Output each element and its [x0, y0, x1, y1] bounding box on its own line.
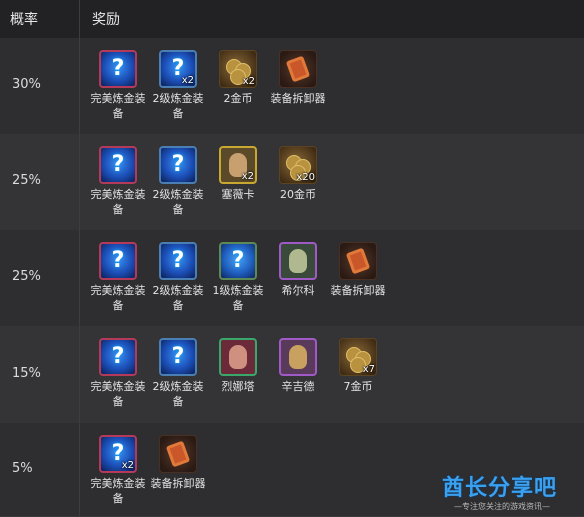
watermark: 酋长分享吧 —专注您关注的游戏资讯— — [442, 470, 584, 516]
reward-item[interactable]: ? 完美炼金装备 — [88, 242, 148, 313]
disassembler-shape — [165, 440, 191, 468]
level2-alchemy-equipment-icon: ? — [159, 146, 197, 184]
reward-item[interactable]: 希尔科 — [268, 242, 328, 298]
question-mark-glyph: ? — [111, 344, 125, 369]
item-count: x2 — [241, 171, 254, 182]
reward-item[interactable]: ? 2级炼金装备 — [148, 146, 208, 217]
question-mark-glyph: ? — [111, 56, 125, 81]
reward-label: 20金币 — [280, 188, 316, 201]
level1-alchemy-equipment-icon: ? — [219, 242, 257, 280]
question-mark-glyph: ? — [171, 344, 185, 369]
hero-card-icon: x2 — [219, 146, 257, 184]
header-probability: 概率 — [10, 12, 38, 28]
reward-item[interactable]: ? x2 2级炼金装备 — [148, 50, 208, 121]
reward-item[interactable]: 烈娜塔 — [208, 338, 268, 394]
header-reward: 奖励 — [92, 12, 120, 28]
perfect-alchemy-equipment-icon: ? — [99, 242, 137, 280]
gold-coin-icon: x7 — [339, 338, 377, 376]
question-mark-glyph: ? — [111, 152, 125, 177]
reward-label: 7金币 — [343, 380, 373, 393]
probability-cell: 25% — [12, 269, 41, 284]
hero-card-icon — [279, 242, 317, 280]
reward-label: 2级炼金装备 — [152, 188, 204, 216]
perfect-alchemy-equipment-icon: ? — [99, 50, 137, 88]
reward-label: 辛吉德 — [281, 380, 315, 393]
reward-item[interactable]: x2 2金币 — [208, 50, 268, 106]
reward-item[interactable]: ? 完美炼金装备 — [88, 146, 148, 217]
question-mark-glyph: ? — [231, 248, 245, 273]
probability-cell: 25% — [12, 173, 41, 188]
reward-item[interactable]: ? 完美炼金装备 — [88, 50, 148, 121]
reward-label: 完美炼金装备 — [90, 284, 146, 312]
reward-label: 塞薇卡 — [221, 188, 255, 201]
level2-alchemy-equipment-icon: ? — [159, 242, 197, 280]
perfect-alchemy-equipment-icon: ? — [99, 146, 137, 184]
reward-item[interactable]: ? 2级炼金装备 — [148, 338, 208, 409]
reward-item[interactable]: x20 20金币 — [268, 146, 328, 202]
equipment-disassembler-icon — [279, 50, 317, 88]
item-count: x20 — [296, 172, 315, 183]
reward-label: 2级炼金装备 — [152, 284, 204, 312]
portrait-shape — [229, 345, 247, 369]
reward-label: 2级炼金装备 — [152, 92, 204, 120]
reward-label: 2金币 — [223, 92, 253, 105]
level2-alchemy-equipment-icon: ? x2 — [159, 50, 197, 88]
reward-item[interactable]: ? 1级炼金装备 — [208, 242, 268, 313]
hero-card-icon — [279, 338, 317, 376]
table-row: 30%? 完美炼金装备? x2 2级炼金装备 x2 2金币 装备拆卸器 — [0, 38, 584, 135]
reward-item[interactable]: ? 完美炼金装备 — [88, 338, 148, 409]
reward-label: 1级炼金装备 — [212, 284, 264, 312]
item-count: x2 — [121, 460, 134, 471]
perfect-alchemy-equipment-icon: ? — [99, 338, 137, 376]
table-header: 概率 奖励 — [0, 0, 584, 39]
portrait-shape — [289, 249, 307, 273]
reward-item[interactable]: 装备拆卸器 — [328, 242, 388, 298]
reward-item[interactable]: ? 2级炼金装备 — [148, 242, 208, 313]
reward-item[interactable]: x7 7金币 — [328, 338, 388, 394]
probability-cell: 5% — [12, 460, 33, 476]
reward-item[interactable]: 装备拆卸器 — [148, 435, 208, 491]
gold-coin-icon: x20 — [279, 146, 317, 184]
table-row: 25%? 完美炼金装备? 2级炼金装备? 1级炼金装备 希尔科 装备拆卸器 — [0, 230, 584, 327]
reward-label: 2级炼金装备 — [152, 380, 204, 408]
portrait-shape — [289, 345, 307, 369]
reward-item[interactable]: ? x2 完美炼金装备 — [88, 435, 148, 506]
reward-label: 装备拆卸器 — [270, 92, 326, 105]
item-count: x7 — [362, 364, 375, 375]
perfect-alchemy-equipment-icon: ? x2 — [99, 435, 137, 473]
probability-cell: 15% — [12, 365, 41, 381]
column-divider — [79, 0, 80, 516]
level2-alchemy-equipment-icon: ? — [159, 338, 197, 376]
reward-label: 完美炼金装备 — [90, 477, 146, 505]
question-mark-glyph: ? — [111, 248, 125, 273]
reward-label: 装备拆卸器 — [330, 284, 386, 297]
reward-label: 完美炼金装备 — [90, 380, 146, 408]
equipment-disassembler-icon — [159, 435, 197, 473]
reward-label: 希尔科 — [281, 284, 315, 297]
hero-card-icon — [219, 338, 257, 376]
reward-label: 完美炼金装备 — [90, 188, 146, 216]
reward-item[interactable]: 装备拆卸器 — [268, 50, 328, 106]
probability-cell: 30% — [12, 77, 41, 92]
table-row: 25%? 完美炼金装备? 2级炼金装备 x2 塞薇卡 x20 20金币 — [0, 134, 584, 231]
reward-item[interactable]: 辛吉德 — [268, 338, 328, 394]
question-mark-glyph: ? — [171, 248, 185, 273]
question-mark-glyph: ? — [171, 152, 185, 177]
watermark-title: 酋长分享吧 — [442, 476, 558, 501]
reward-item[interactable]: x2 塞薇卡 — [208, 146, 268, 202]
disassembler-shape — [285, 55, 311, 83]
watermark-subtitle: —专注您关注的游戏资讯— — [454, 502, 550, 511]
gold-coin-icon: x2 — [219, 50, 257, 88]
item-count: x2 — [242, 76, 255, 87]
table-row: 15%? 完美炼金装备? 2级炼金装备 烈娜塔 辛吉德 x7 7金币 — [0, 326, 584, 424]
disassembler-shape — [345, 247, 371, 275]
equipment-disassembler-icon — [339, 242, 377, 280]
reward-label: 装备拆卸器 — [150, 477, 206, 490]
item-count: x2 — [181, 75, 194, 86]
reward-table: 概率 奖励 30%? 完美炼金装备? x2 2级炼金装备 x2 2金币 装备拆卸器 25%? 完… — [0, 0, 584, 517]
reward-label: 完美炼金装备 — [90, 92, 146, 120]
reward-label: 烈娜塔 — [221, 380, 255, 393]
